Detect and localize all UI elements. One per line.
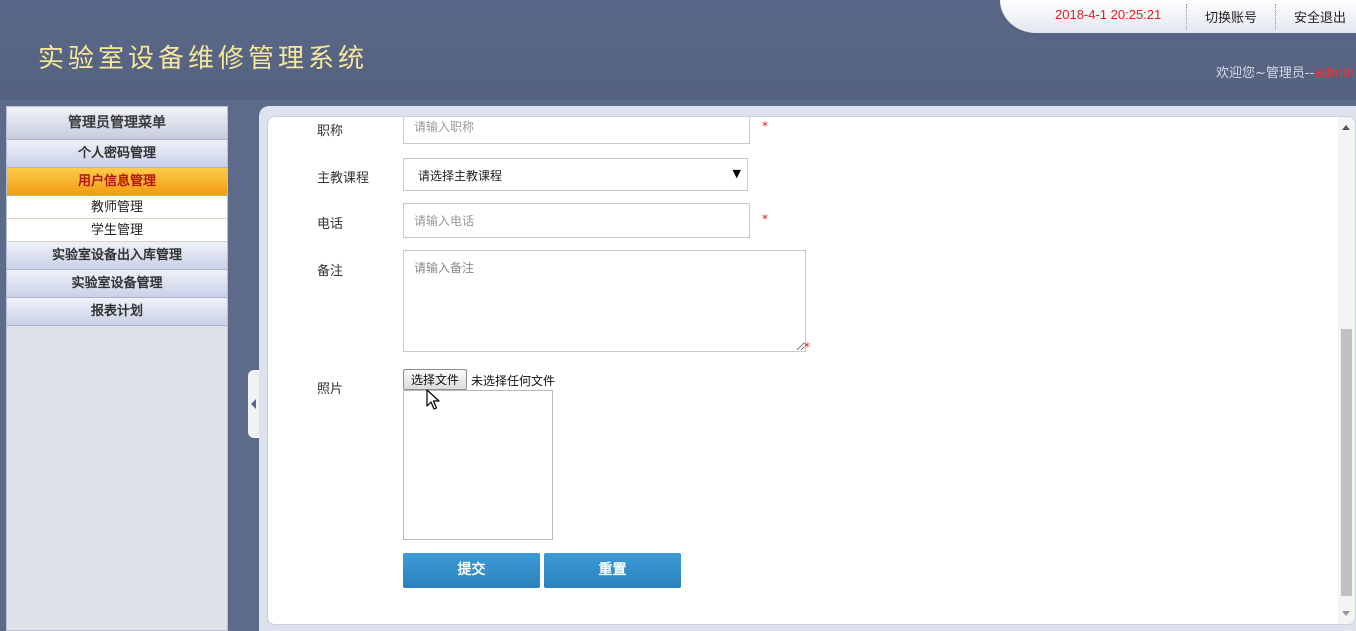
username: admin: [1314, 66, 1356, 81]
required-mark: *: [804, 340, 810, 354]
chevron-left-icon: [251, 399, 256, 409]
course-label: 主教课程: [317, 171, 370, 186]
logout-link[interactable]: 安全退出: [1294, 7, 1346, 26]
scroll-up-arrow-icon[interactable]: [1342, 125, 1350, 130]
divider: [1186, 4, 1187, 30]
file-status: 未选择任何文件: [471, 374, 556, 388]
phone-label: 电话: [317, 217, 344, 232]
vertical-scrollbar[interactable]: [1338, 117, 1355, 624]
welcome-text: 欢迎您~管理员--admin: [1216, 62, 1355, 81]
remark-label: 备注: [317, 264, 344, 279]
divider: [1275, 4, 1276, 30]
reset-button[interactable]: 重置: [544, 553, 681, 588]
phone-input[interactable]: [403, 203, 750, 238]
welcome-prefix: 欢迎您~管理员--: [1216, 66, 1315, 81]
sidebar-item-password[interactable]: 个人密码管理: [7, 140, 227, 168]
title-label: 职称: [317, 124, 344, 139]
switch-account-link[interactable]: 切换账号: [1205, 7, 1257, 26]
choose-file-button[interactable]: 选择文件: [403, 369, 467, 390]
header: 实验室设备维修管理系统 2018-4-1 20:25:21 切换账号 安全退出 …: [0, 0, 1356, 100]
datetime: 2018-4-1 20:25:21: [1055, 7, 1162, 22]
photo-label: 照片: [317, 382, 344, 397]
submit-button[interactable]: 提交: [403, 553, 540, 588]
app-title: 实验室设备维修管理系统: [38, 44, 369, 74]
main-panel: 职称 * 主教课程 请选择主教课程 ▼ 电话 * 备注 * 照片 选择文件 未选…: [259, 106, 1356, 631]
scrollbar-thumb[interactable]: [1341, 329, 1352, 596]
top-bar: 2018-4-1 20:25:21 切换账号 安全退出: [1000, 0, 1356, 33]
sidebar-item-equipment[interactable]: 实验室设备管理: [7, 270, 227, 298]
form-panel: 职称 * 主教课程 请选择主教课程 ▼ 电话 * 备注 * 照片 选择文件 未选…: [267, 116, 1356, 625]
remark-textarea[interactable]: [403, 250, 806, 352]
sidebar-subitem-teachers[interactable]: 教师管理: [7, 196, 227, 219]
sidebar-item-equipment-inout[interactable]: 实验室设备出入库管理: [7, 242, 227, 270]
scroll-down-arrow-icon[interactable]: [1342, 611, 1350, 616]
required-mark: *: [762, 212, 768, 226]
sidebar-subitem-students[interactable]: 学生管理: [7, 219, 227, 242]
course-select[interactable]: 请选择主教课程 ▼: [403, 158, 748, 191]
photo-preview: [403, 390, 553, 540]
title-input[interactable]: [403, 117, 750, 144]
sidebar-item-reports[interactable]: 报表计划: [7, 298, 227, 326]
required-mark: *: [762, 119, 768, 133]
caret-down-icon: ▼: [732, 167, 741, 180]
course-select-value: 请选择主教课程: [418, 169, 503, 183]
sidebar-title: 管理员管理菜单: [7, 107, 227, 140]
mouse-cursor-icon: [426, 389, 440, 410]
sidebar-item-user-info[interactable]: 用户信息管理: [7, 168, 227, 196]
sidebar: 管理员管理菜单 个人密码管理 用户信息管理 教师管理 学生管理 实验室设备出入库…: [6, 106, 228, 631]
